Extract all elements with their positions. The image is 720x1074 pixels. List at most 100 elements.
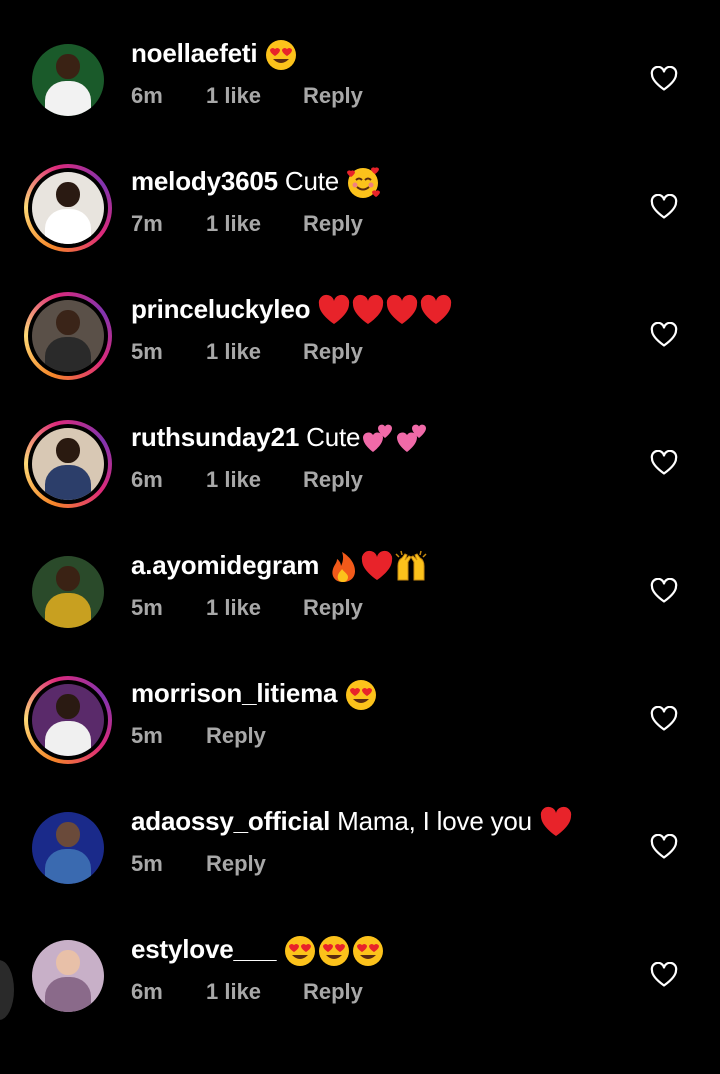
comment-body: ruthsunday21 Cute [131,418,428,456]
avatar-torso [44,465,92,500]
comment-username[interactable]: a.ayomidegram [131,550,319,580]
like-count[interactable]: 1 like [206,80,303,112]
raising-hands-emoji [395,550,427,581]
avatar-head [56,438,80,463]
red-heart-emoji [540,806,572,837]
avatar-torso [44,209,92,244]
heart-eyes-emoji [319,936,350,967]
comment-timestamp: 6m [131,83,163,108]
like-count[interactable]: 1 like [206,464,303,496]
comment-meta: 7m 1 like Reply [131,208,363,240]
avatar-head [56,566,80,591]
comment-meta: 6m 1 like Reply [131,976,363,1008]
reply-button[interactable]: Reply [303,976,363,1008]
comment-body: adaossy_official Mama, I love you [131,802,573,840]
comment-text: Mama, I love you [337,806,532,836]
comment-body: a.ayomidegram [131,546,428,584]
fire-emoji [332,552,356,583]
comment-username[interactable]: ruthsunday21 [131,422,299,452]
reply-button[interactable]: Reply [303,80,363,112]
red-heart-emoji [353,294,384,325]
heart-eyes-emoji [353,936,384,967]
comment-timestamp: 5m [131,339,163,364]
comment-timestamp: 6m [131,979,163,1004]
comment-body: princeluckyleo [131,290,453,328]
avatar-photo [32,556,104,628]
reply-button[interactable]: Reply [303,464,363,496]
comment-row: noellaefeti 6m 1 like Reply [0,38,720,178]
red-heart-emoji [362,550,393,581]
reply-button[interactable]: Reply [303,208,363,240]
avatar[interactable] [24,36,112,124]
comment-row: morrison_litiema 5m Reply [0,676,720,818]
comment-username[interactable]: adaossy_official [131,806,330,836]
avatar-ring-gap [28,424,108,504]
like-heart-icon[interactable] [650,449,678,476]
avatar-photo [32,44,104,116]
reply-button[interactable]: Reply [206,848,266,880]
comment-body: morrison_litiema [131,674,378,712]
comment-meta: 6m 1 like Reply [131,80,363,112]
avatar-with-story-ring[interactable] [24,292,112,380]
like-count[interactable]: 1 like [206,976,303,1008]
heart-eyes-emoji [266,40,297,71]
comment-row: melody3605 Cute 7m 1 like Reply [0,164,720,306]
avatar-photo [32,684,104,756]
avatar-head [56,310,80,335]
like-heart-icon[interactable] [650,321,678,348]
like-count[interactable]: 1 like [206,592,303,624]
comment-meta: 5m 1 like Reply [131,592,363,624]
heart-eyes-emoji [285,936,316,967]
comment-meta: 6m 1 like Reply [131,464,363,496]
comment-row: adaossy_official Mama, I love you 5m Repl… [0,806,720,946]
avatar-head [56,822,80,847]
avatar-ring-gap [28,168,108,248]
comment-row: ruthsunday21 Cute 6m 1 like Reply [0,420,720,562]
avatar-torso [44,81,92,116]
comment-row: a.ayomidegram 5m 1 like Reply [0,550,720,690]
two-hearts-emoji [363,424,393,453]
comment-meta: 5m 1 like Reply [131,336,363,368]
like-heart-icon[interactable] [650,577,678,604]
like-heart-icon[interactable] [650,193,678,220]
comment-timestamp: 7m [131,211,163,236]
avatar-photo [32,428,104,500]
avatar[interactable] [24,548,112,636]
two-hearts-emoji [397,424,427,453]
comment-username[interactable]: estylove___ [131,934,276,964]
avatar[interactable] [24,932,112,1020]
avatar-with-story-ring[interactable] [24,676,112,764]
avatar-head [56,694,80,719]
red-heart-emoji [319,294,350,325]
like-heart-icon[interactable] [650,705,678,732]
heart-eyes-emoji [346,680,377,711]
avatar-head [56,950,80,975]
avatar-ring-gap [28,296,108,376]
reply-button[interactable]: Reply [206,720,266,752]
avatar-torso [44,337,92,372]
smiling-face-with-hearts-emoji [347,167,381,199]
like-heart-icon[interactable] [650,833,678,860]
avatar[interactable] [24,804,112,892]
avatar-photo [32,940,104,1012]
comment-body: noellaefeti [131,34,298,72]
comment-username[interactable]: melody3605 [131,166,278,196]
reply-button[interactable]: Reply [303,336,363,368]
comment-meta: 5m Reply [131,848,266,880]
comment-body: melody3605 Cute [131,162,381,200]
like-heart-icon[interactable] [650,65,678,92]
avatar-with-story-ring[interactable] [24,164,112,252]
avatar-ring-gap [28,680,108,760]
like-count[interactable]: 1 like [206,208,303,240]
like-heart-icon[interactable] [650,961,678,988]
comment-username[interactable]: noellaefeti [131,38,258,68]
reply-button[interactable]: Reply [303,592,363,624]
comment-meta: 5m Reply [131,720,266,752]
red-heart-emoji [387,294,418,325]
comment-username[interactable]: princeluckyleo [131,294,310,324]
comments-list: noellaefeti 6m 1 like Reply melody3605 Cute… [0,0,720,1012]
like-count[interactable]: 1 like [206,336,303,368]
comment-row: princeluckyleo 5m 1 like Reply [0,292,720,434]
comment-username[interactable]: morrison_litiema [131,678,338,708]
avatar-with-story-ring[interactable] [24,420,112,508]
